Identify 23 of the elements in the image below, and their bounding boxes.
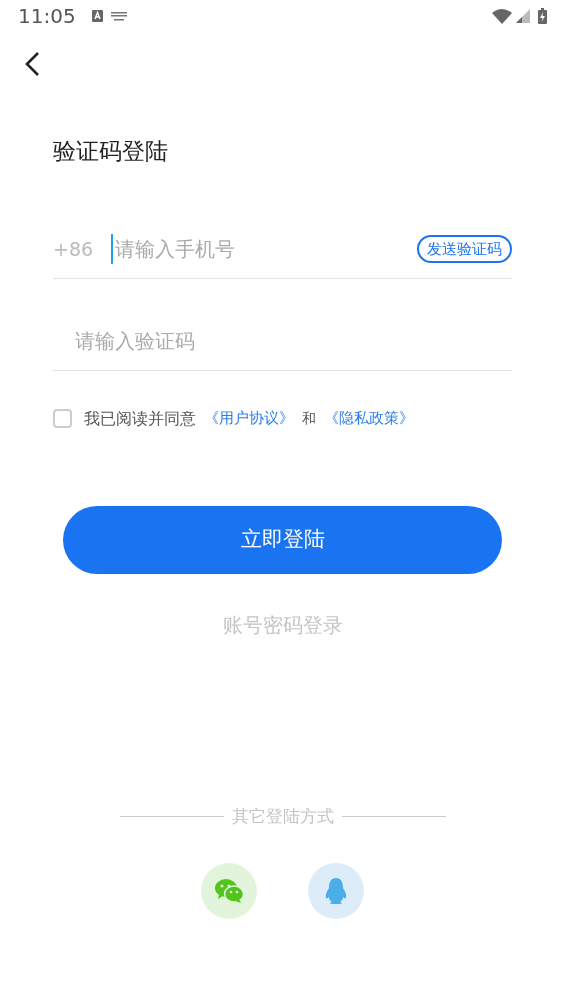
text-input-icon bbox=[91, 10, 103, 22]
agreement-text: 我已阅读并同意 bbox=[84, 407, 196, 430]
send-code-button[interactable]: 发送验证码 bbox=[417, 234, 512, 264]
wifi-icon bbox=[492, 8, 512, 24]
country-code: +86 bbox=[53, 236, 95, 262]
login-button[interactable]: 立即登陆 bbox=[63, 505, 502, 574]
penguin-icon bbox=[324, 877, 348, 905]
penguin-button[interactable] bbox=[308, 863, 364, 919]
keyboard-icon bbox=[110, 11, 127, 21]
privacy-policy-link[interactable]: 《隐私政策》 bbox=[324, 407, 414, 430]
conjunction-text: 和 bbox=[302, 409, 316, 428]
user-agreement-link[interactable]: 《用户协议》 bbox=[204, 407, 294, 430]
chat-bubbles-button[interactable] bbox=[201, 863, 257, 919]
agreement-checkbox[interactable] bbox=[53, 409, 72, 428]
phone-field[interactable]: 请输入手机号 bbox=[111, 234, 417, 264]
status-time: 11:05 bbox=[18, 3, 76, 30]
back-icon[interactable] bbox=[24, 51, 40, 77]
code-field[interactable]: 请输入验证码 bbox=[73, 326, 512, 356]
signal-icon bbox=[516, 9, 530, 23]
other-login-label: 其它登陆方式 bbox=[231, 804, 334, 828]
page-title: 验证码登陆 bbox=[53, 137, 169, 166]
battery-charging-icon bbox=[538, 8, 547, 24]
chat-bubbles-icon bbox=[214, 878, 244, 904]
